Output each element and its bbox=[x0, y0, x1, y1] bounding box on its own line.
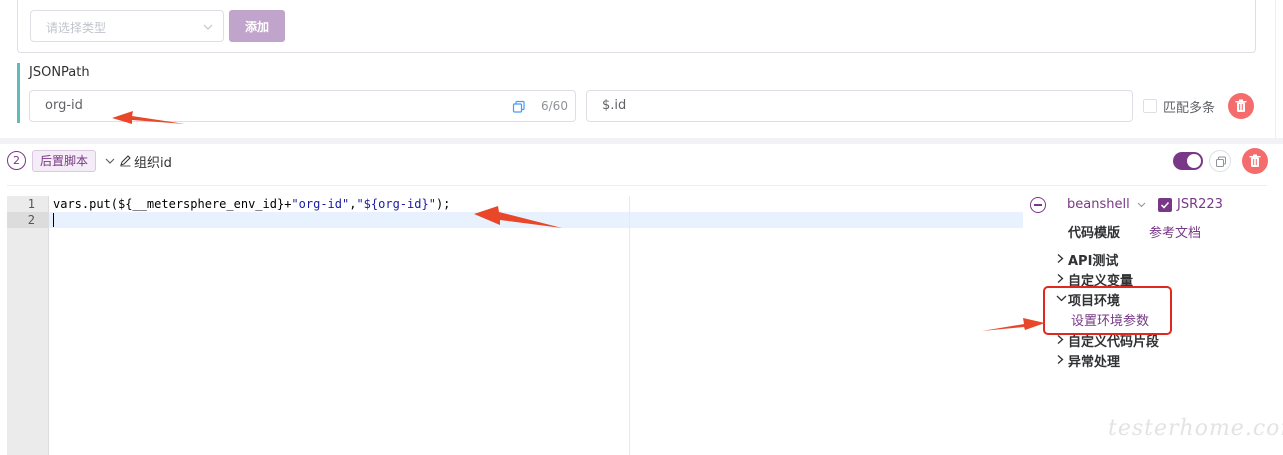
type-select-placeholder: 请选择类型 bbox=[46, 21, 107, 35]
step-number: 2 bbox=[7, 151, 26, 170]
reference-doc-link[interactable]: 参考文档 bbox=[1149, 222, 1201, 241]
print-margin bbox=[629, 196, 630, 455]
editor-gutter: 1 2 bbox=[7, 196, 49, 455]
script-name[interactable]: 组织id bbox=[134, 152, 172, 171]
multi-match-label: 匹配多条 bbox=[1163, 101, 1216, 116]
watermark: testerhome.com bbox=[1108, 416, 1283, 441]
type-selector-box: 请选择类型 添加 bbox=[17, 0, 1256, 53]
text-cursor bbox=[53, 213, 54, 227]
chevron-down-icon[interactable] bbox=[1136, 199, 1147, 210]
tree-item-label: 异常处理 bbox=[1068, 355, 1121, 370]
code-editor[interactable]: 1 2 vars.put(${__metersphere_env_id}+"or… bbox=[7, 196, 1023, 455]
tree-item-label: API测试 bbox=[1068, 254, 1119, 269]
copy-icon[interactable] bbox=[512, 100, 526, 114]
annotation-highlight-box bbox=[1043, 286, 1172, 335]
variable-name-input[interactable]: org-id 6/60 bbox=[29, 90, 576, 122]
char-count: 6/60 bbox=[541, 99, 568, 113]
jsonpath-expression-value: $.id bbox=[602, 98, 627, 113]
code-template-title: 代码模版 bbox=[1068, 226, 1121, 241]
variable-name-value: org-id bbox=[45, 98, 83, 113]
delete-step-button[interactable] bbox=[1242, 148, 1268, 174]
chevron-right-icon bbox=[1057, 254, 1064, 263]
trash-icon bbox=[1235, 99, 1247, 112]
copy-icon bbox=[1216, 156, 1226, 167]
toggle-knob bbox=[1187, 154, 1201, 168]
type-select[interactable]: 请选择类型 bbox=[30, 10, 224, 42]
add-button[interactable]: 添加 bbox=[229, 10, 285, 42]
copy-step-button[interactable] bbox=[1209, 150, 1231, 172]
chevron-down-icon bbox=[203, 24, 213, 30]
chevron-right-icon bbox=[1057, 335, 1064, 344]
line-number: 2 bbox=[7, 212, 49, 228]
post-script-tag: 后置脚本 bbox=[32, 150, 97, 172]
multi-match-checkbox[interactable] bbox=[1143, 99, 1157, 113]
jsr223-checkbox[interactable] bbox=[1158, 198, 1172, 212]
code-line: vars.put(${__metersphere_env_id}+"org-id… bbox=[53, 197, 451, 211]
extractor-panel: 请选择类型 添加 JSONPath org-id 6/60 $.id 匹配多条 bbox=[0, 0, 1276, 138]
jsr223-label: JSR223 bbox=[1177, 197, 1223, 212]
enable-toggle[interactable] bbox=[1173, 152, 1203, 170]
delete-extractor-button[interactable] bbox=[1228, 93, 1254, 119]
line-number: 1 bbox=[27, 197, 35, 211]
collapse-panel-icon[interactable] bbox=[1030, 197, 1046, 213]
chevron-right-icon bbox=[1057, 355, 1064, 364]
section-divider bbox=[0, 138, 1283, 144]
edit-icon[interactable] bbox=[119, 154, 132, 167]
jsonpath-label: JSONPath bbox=[29, 65, 90, 80]
check-icon bbox=[1160, 201, 1170, 209]
jsonpath-accent-bar bbox=[17, 63, 20, 123]
chevron-down-icon[interactable] bbox=[104, 155, 116, 167]
trash-icon bbox=[1249, 154, 1261, 167]
active-line-highlight bbox=[49, 212, 1023, 228]
language-select[interactable]: beanshell bbox=[1067, 197, 1130, 212]
header-divider bbox=[7, 185, 1267, 186]
jsonpath-expression-input[interactable]: $.id bbox=[586, 90, 1133, 122]
chevron-right-icon bbox=[1057, 274, 1064, 283]
